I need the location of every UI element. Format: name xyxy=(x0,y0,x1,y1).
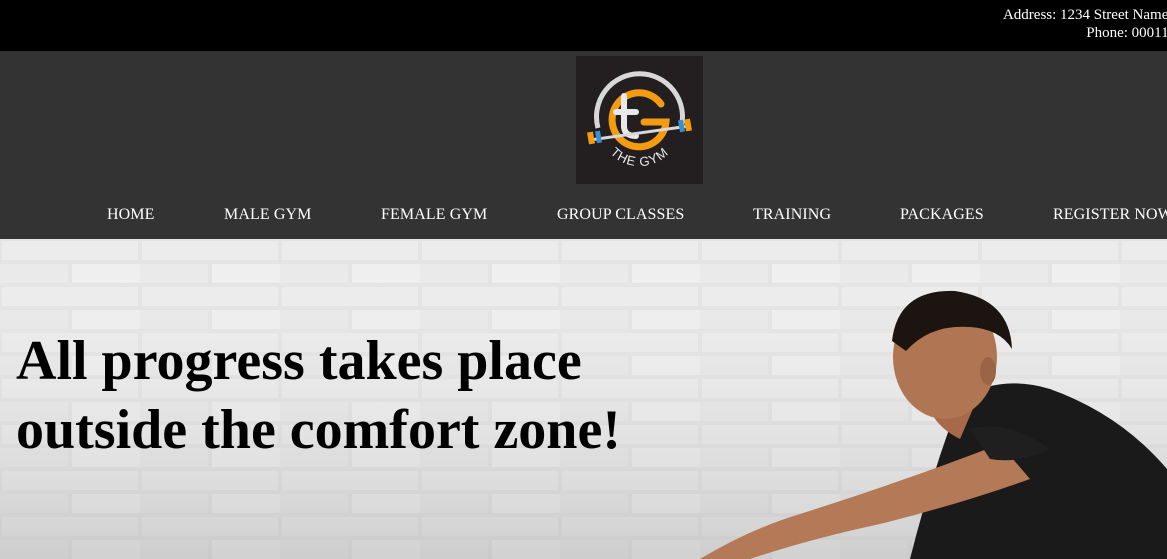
main-navigation: HOME MALE GYM FEMALE GYM GROUP CLASSES T… xyxy=(0,204,1167,230)
nav-packages[interactable]: PACKAGES xyxy=(900,206,984,224)
site-header: THE GYM HOME MALE GYM FEMALE GYM GROUP C… xyxy=(0,51,1167,239)
address-text: Address: 1234 Street Name, karachi xyxy=(1002,7,1167,23)
top-info-bar: Address: 1234 Street Name, karachi Phone… xyxy=(0,0,1167,51)
hero-headline: All progress takes place outside the com… xyxy=(16,330,621,461)
athlete-photo xyxy=(700,290,1167,559)
gym-logo[interactable]: THE GYM xyxy=(576,56,703,184)
phone-text: Phone: 000111122222 xyxy=(1086,25,1167,41)
nav-female-gym[interactable]: FEMALE GYM xyxy=(381,206,487,224)
hero-section: All progress takes place outside the com… xyxy=(0,239,1167,559)
nav-training[interactable]: TRAINING xyxy=(753,206,831,224)
nav-register-now[interactable]: REGISTER NOW xyxy=(1053,206,1167,224)
nav-male-gym[interactable]: MALE GYM xyxy=(224,206,311,224)
nav-group-classes[interactable]: GROUP CLASSES xyxy=(557,206,684,224)
gym-logo-icon: THE GYM xyxy=(576,56,703,184)
nav-home[interactable]: HOME xyxy=(107,206,155,224)
contact-info: Address: 1234 Street Name, karachi Phone… xyxy=(900,6,1167,42)
